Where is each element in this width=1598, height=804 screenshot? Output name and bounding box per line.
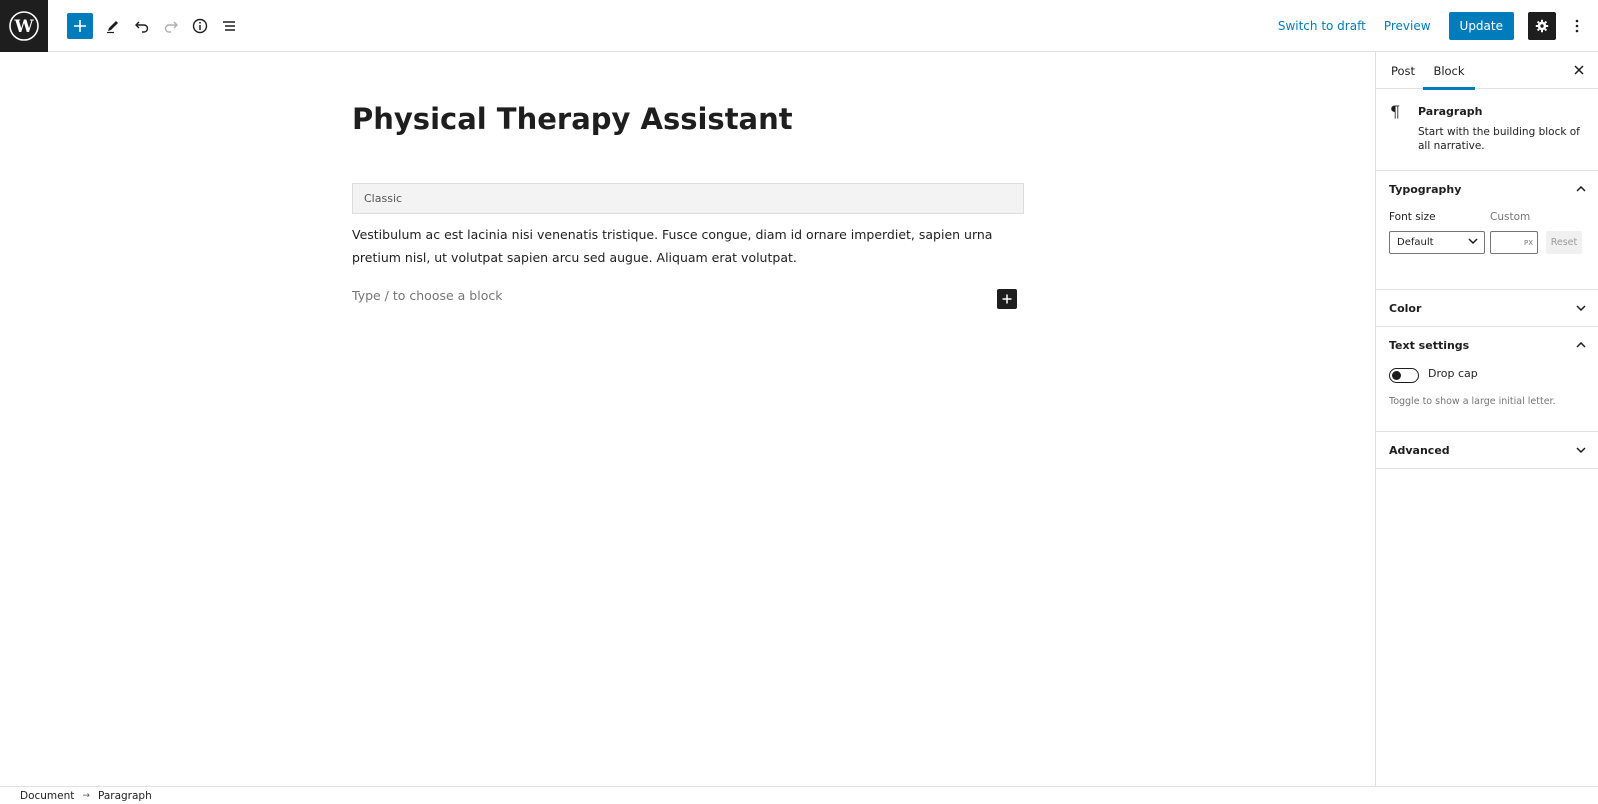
options-menu-button[interactable] — [1566, 12, 1588, 40]
typography-panel: Typography Font size Custom Default PX R… — [1376, 171, 1598, 290]
arrow-right-icon: → — [82, 790, 90, 801]
chevron-up-icon — [1576, 186, 1586, 192]
custom-size-input[interactable]: PX — [1490, 231, 1538, 254]
add-block-button[interactable] — [67, 13, 93, 39]
sidebar-tabs: Post Block — [1376, 52, 1598, 90]
font-size-select-value: Default — [1397, 237, 1434, 248]
block-description: Start with the building block of all nar… — [1418, 126, 1580, 152]
paragraph-block[interactable]: Vestibulum ac est lacinia nisi venenatis… — [352, 223, 1024, 269]
chevron-down-icon — [1576, 447, 1586, 453]
toolbar-actions: Switch to draft Preview Update — [1278, 0, 1598, 52]
toggle-knob — [1392, 371, 1401, 380]
redo-icon — [164, 21, 178, 33]
panel-title: Advanced — [1389, 443, 1450, 457]
settings-button[interactable] — [1528, 12, 1556, 40]
color-panel-toggle[interactable]: Color — [1376, 290, 1598, 326]
drop-cap-toggle[interactable] — [1389, 368, 1419, 383]
breadcrumb-paragraph[interactable]: Paragraph — [98, 790, 152, 802]
tab-block[interactable]: Block — [1423, 52, 1475, 90]
settings-sidebar: Post Block ¶ Paragraph Start with the bu… — [1375, 52, 1598, 786]
font-size-select[interactable]: Default — [1389, 231, 1485, 254]
typography-panel-toggle[interactable]: Typography — [1376, 171, 1598, 207]
list-view-icon — [223, 21, 235, 31]
text-settings-panel: Text settings Drop cap Toggle to show a … — [1376, 327, 1598, 432]
chevron-down-icon — [1468, 238, 1478, 244]
panel-title: Text settings — [1389, 338, 1470, 352]
undo-button[interactable] — [129, 13, 155, 39]
close-icon — [1574, 65, 1584, 75]
breadcrumb-document[interactable]: Document — [20, 790, 74, 802]
details-button[interactable] — [187, 13, 213, 39]
info-icon — [192, 18, 208, 34]
custom-size-label: Custom — [1490, 211, 1531, 223]
plus-icon — [1002, 294, 1012, 304]
panel-title: Typography — [1389, 182, 1462, 196]
wordpress-logo-icon[interactable]: W — [0, 0, 48, 52]
more-vertical-icon — [1575, 19, 1579, 33]
classic-block-label: Classic — [364, 192, 403, 205]
switch-to-draft-button[interactable]: Switch to draft — [1278, 19, 1366, 33]
font-size-label: Font size — [1389, 211, 1436, 223]
chevron-down-icon — [1576, 305, 1586, 311]
color-panel: Color — [1376, 290, 1598, 327]
undo-icon — [135, 21, 149, 33]
redo-button[interactable] — [158, 13, 184, 39]
editor-toolbar: W Switch to draft Preview Update — [0, 0, 1598, 52]
panel-title: Color — [1389, 301, 1422, 315]
tools-button[interactable] — [100, 13, 126, 39]
preview-button[interactable]: Preview — [1384, 19, 1431, 33]
plus-icon — [74, 20, 86, 32]
tab-post[interactable]: Post — [1384, 52, 1422, 89]
block-card: ¶ Paragraph Start with the building bloc… — [1376, 89, 1598, 171]
reset-button[interactable]: Reset — [1546, 231, 1582, 254]
text-settings-panel-body: Drop cap Toggle to show a large initial … — [1376, 363, 1598, 431]
close-sidebar-button[interactable] — [1568, 59, 1590, 81]
text-settings-panel-toggle[interactable]: Text settings — [1376, 327, 1598, 363]
block-breadcrumb: Document → Paragraph — [0, 786, 1598, 804]
editor-canvas: Physical Therapy Assistant Classic Vesti… — [0, 52, 1375, 786]
block-name: Paragraph — [1418, 105, 1483, 118]
typography-panel-body: Font size Custom Default PX Reset — [1376, 207, 1598, 289]
list-view-button[interactable] — [216, 13, 242, 39]
chevron-up-icon — [1576, 342, 1586, 348]
classic-block[interactable]: Classic — [352, 183, 1024, 214]
advanced-panel: Advanced — [1376, 432, 1598, 469]
unit-label: PX — [1523, 238, 1533, 247]
pencil-icon — [107, 21, 118, 34]
update-button[interactable]: Update — [1448, 12, 1514, 40]
gear-icon — [1535, 19, 1549, 33]
block-placeholder[interactable]: Type / to choose a block — [352, 288, 502, 303]
drop-cap-help: Toggle to show a large initial letter. — [1389, 396, 1556, 407]
inline-add-block-button[interactable] — [997, 289, 1017, 309]
svg-text:W: W — [13, 17, 34, 37]
post-title[interactable]: Physical Therapy Assistant — [352, 102, 793, 136]
paragraph-icon: ¶ — [1390, 102, 1401, 121]
advanced-panel-toggle[interactable]: Advanced — [1376, 432, 1598, 468]
drop-cap-label: Drop cap — [1428, 367, 1478, 380]
